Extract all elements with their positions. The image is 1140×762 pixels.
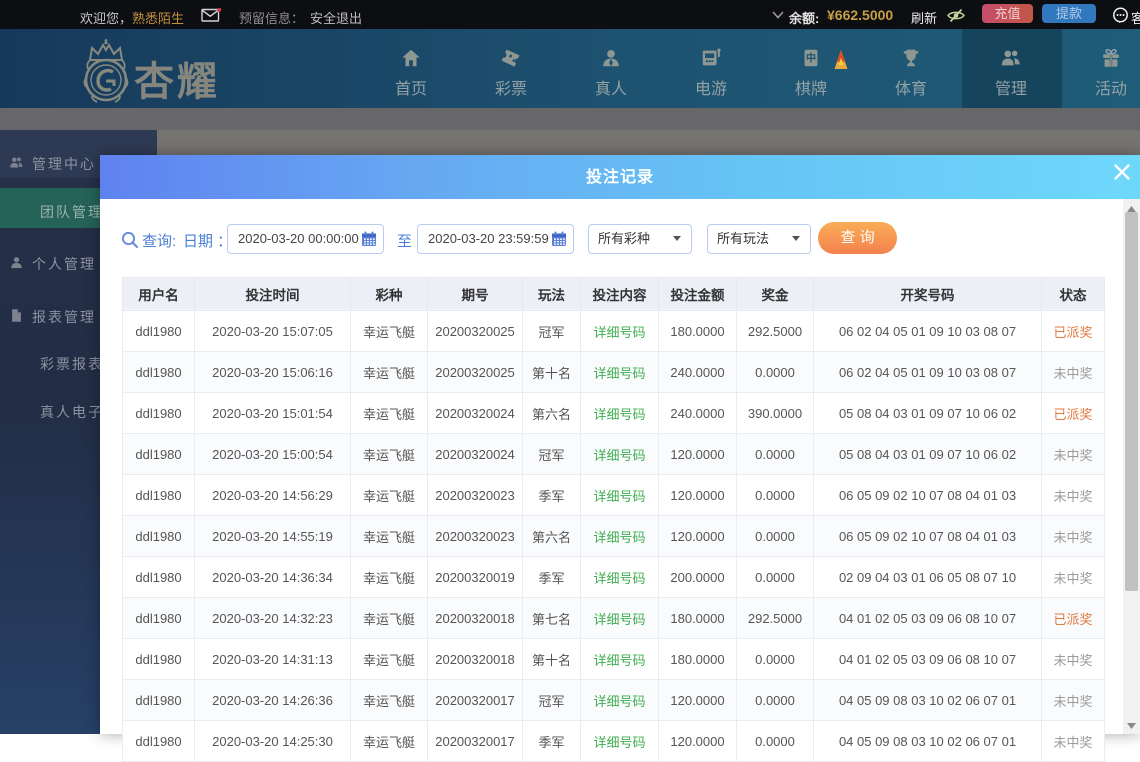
svg-text:中: 中 — [806, 52, 816, 65]
